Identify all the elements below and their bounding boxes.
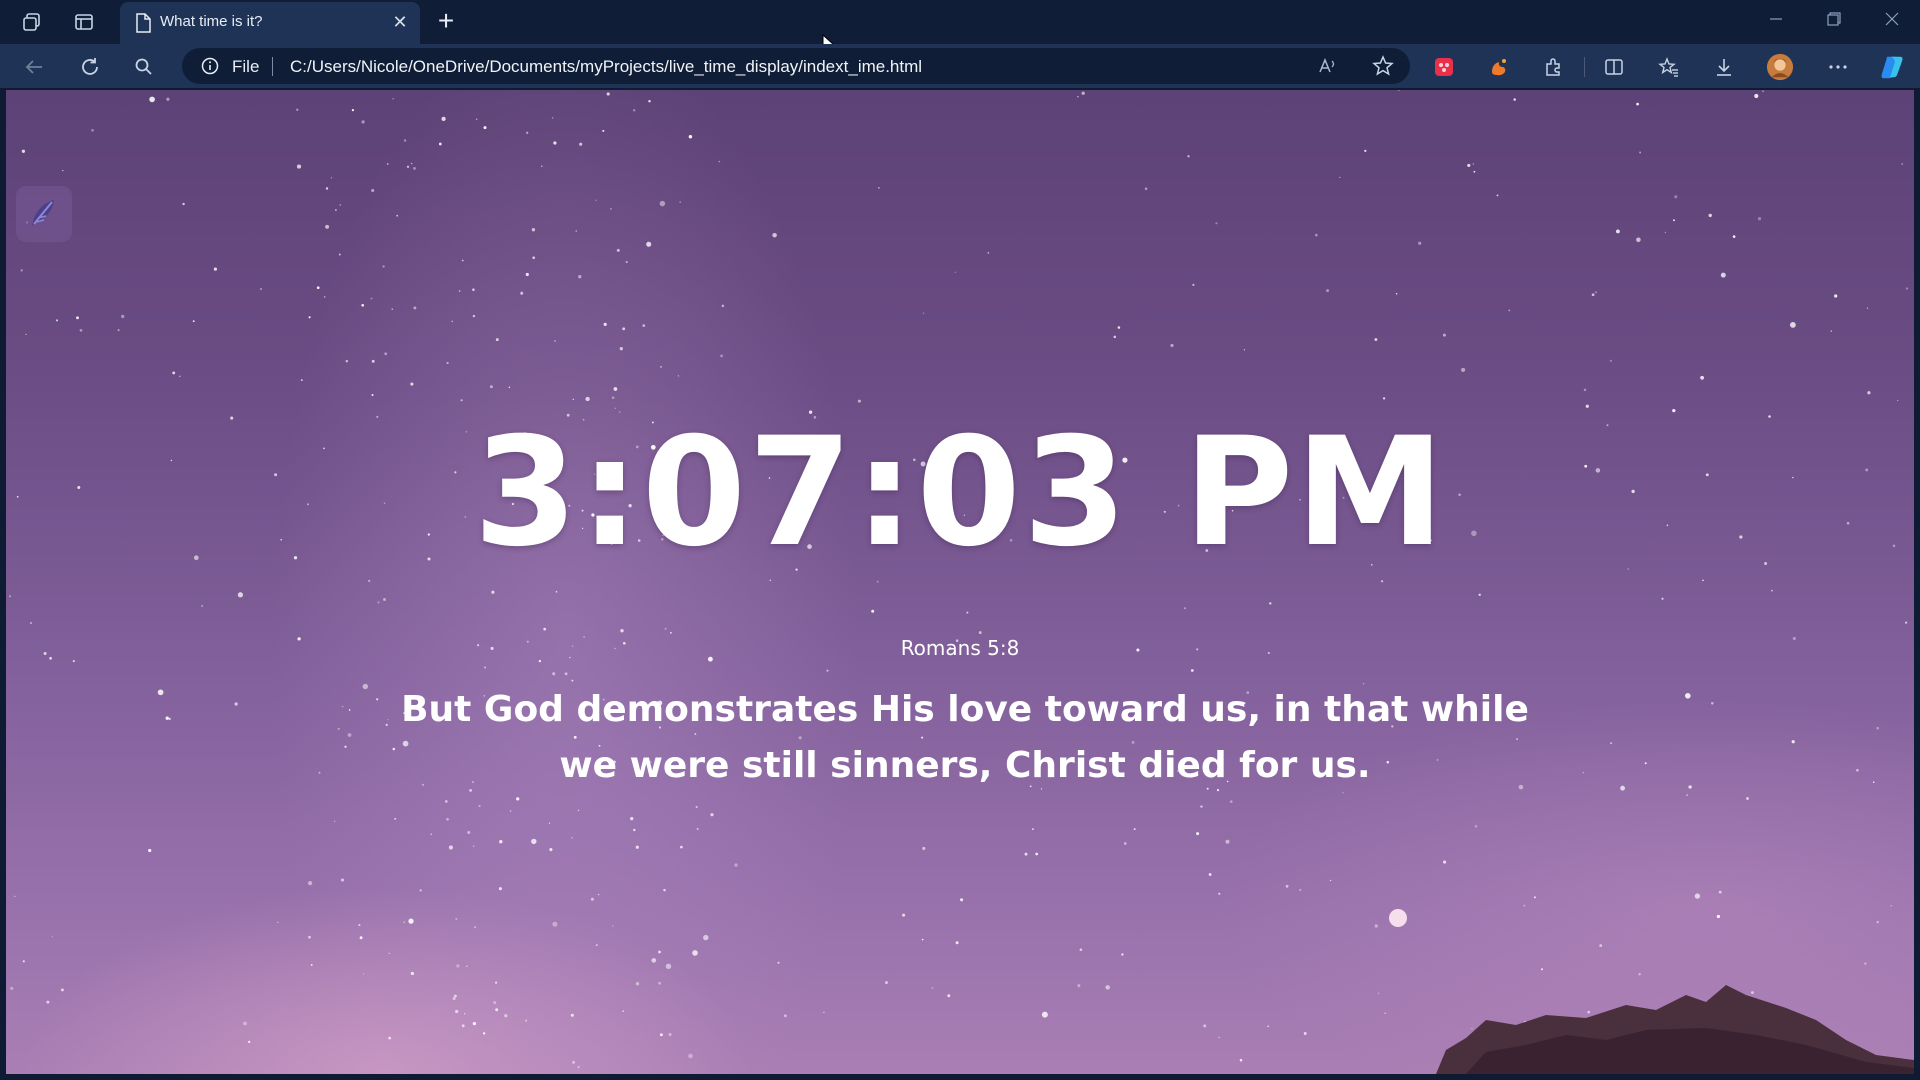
verse-text: But God demonstrates His love toward us,… <box>401 689 1529 786</box>
restore-icon[interactable] <box>1822 10 1846 34</box>
workspaces-icon[interactable] <box>18 8 46 36</box>
read-aloud-icon[interactable] <box>1317 55 1339 77</box>
favorite-star-icon[interactable] <box>1372 55 1394 77</box>
downloads-icon[interactable] <box>1710 53 1738 81</box>
split-screen-icon[interactable] <box>1600 53 1628 81</box>
profile-avatar[interactable] <box>1766 53 1794 81</box>
tab-actions-icon[interactable] <box>70 8 98 36</box>
new-tab-button[interactable]: + <box>432 7 460 36</box>
extensions-icon[interactable] <box>1540 53 1568 81</box>
address-bar[interactable]: File C:/Users/Nicole/OneDrive/Documents/… <box>182 48 1410 84</box>
page-icon <box>136 13 151 33</box>
url-scheme-label: File <box>232 57 260 76</box>
toolbar-divider <box>1584 57 1585 77</box>
refresh-icon[interactable] <box>76 53 104 81</box>
verse-reference: Romans 5:8 <box>900 636 1020 660</box>
extension-red-icon[interactable] <box>1430 53 1458 81</box>
minimize-icon[interactable] <box>1764 10 1788 34</box>
address-divider <box>272 57 273 76</box>
info-icon[interactable] <box>201 57 219 75</box>
more-icon[interactable] <box>1824 53 1852 81</box>
close-icon[interactable]: ✕ <box>390 12 410 32</box>
active-tab[interactable]: What time is it? ✕ <box>120 2 420 44</box>
copilot-icon[interactable] <box>1878 53 1906 81</box>
navigation-bar: File C:/Users/Nicole/OneDrive/Documents/… <box>0 44 1920 88</box>
feather-icon[interactable] <box>16 186 72 242</box>
back-icon[interactable] <box>20 53 48 81</box>
favorites-icon[interactable] <box>1655 53 1683 81</box>
tab-title: What time is it? <box>160 13 263 30</box>
live-clock: 3:07:03 PM <box>473 406 1447 580</box>
search-icon[interactable] <box>130 53 158 81</box>
url-text[interactable]: C:/Users/Nicole/OneDrive/Documents/myPro… <box>290 57 922 77</box>
mountain-silhouette <box>1436 985 1914 1074</box>
title-bar: What time is it? ✕ + <box>0 0 1920 54</box>
extension-orange-icon[interactable] <box>1485 53 1513 81</box>
window-close-icon[interactable] <box>1880 10 1904 34</box>
page-viewport: 3:07:03 PM Romans 5:8 But God demonstrat… <box>6 90 1914 1074</box>
